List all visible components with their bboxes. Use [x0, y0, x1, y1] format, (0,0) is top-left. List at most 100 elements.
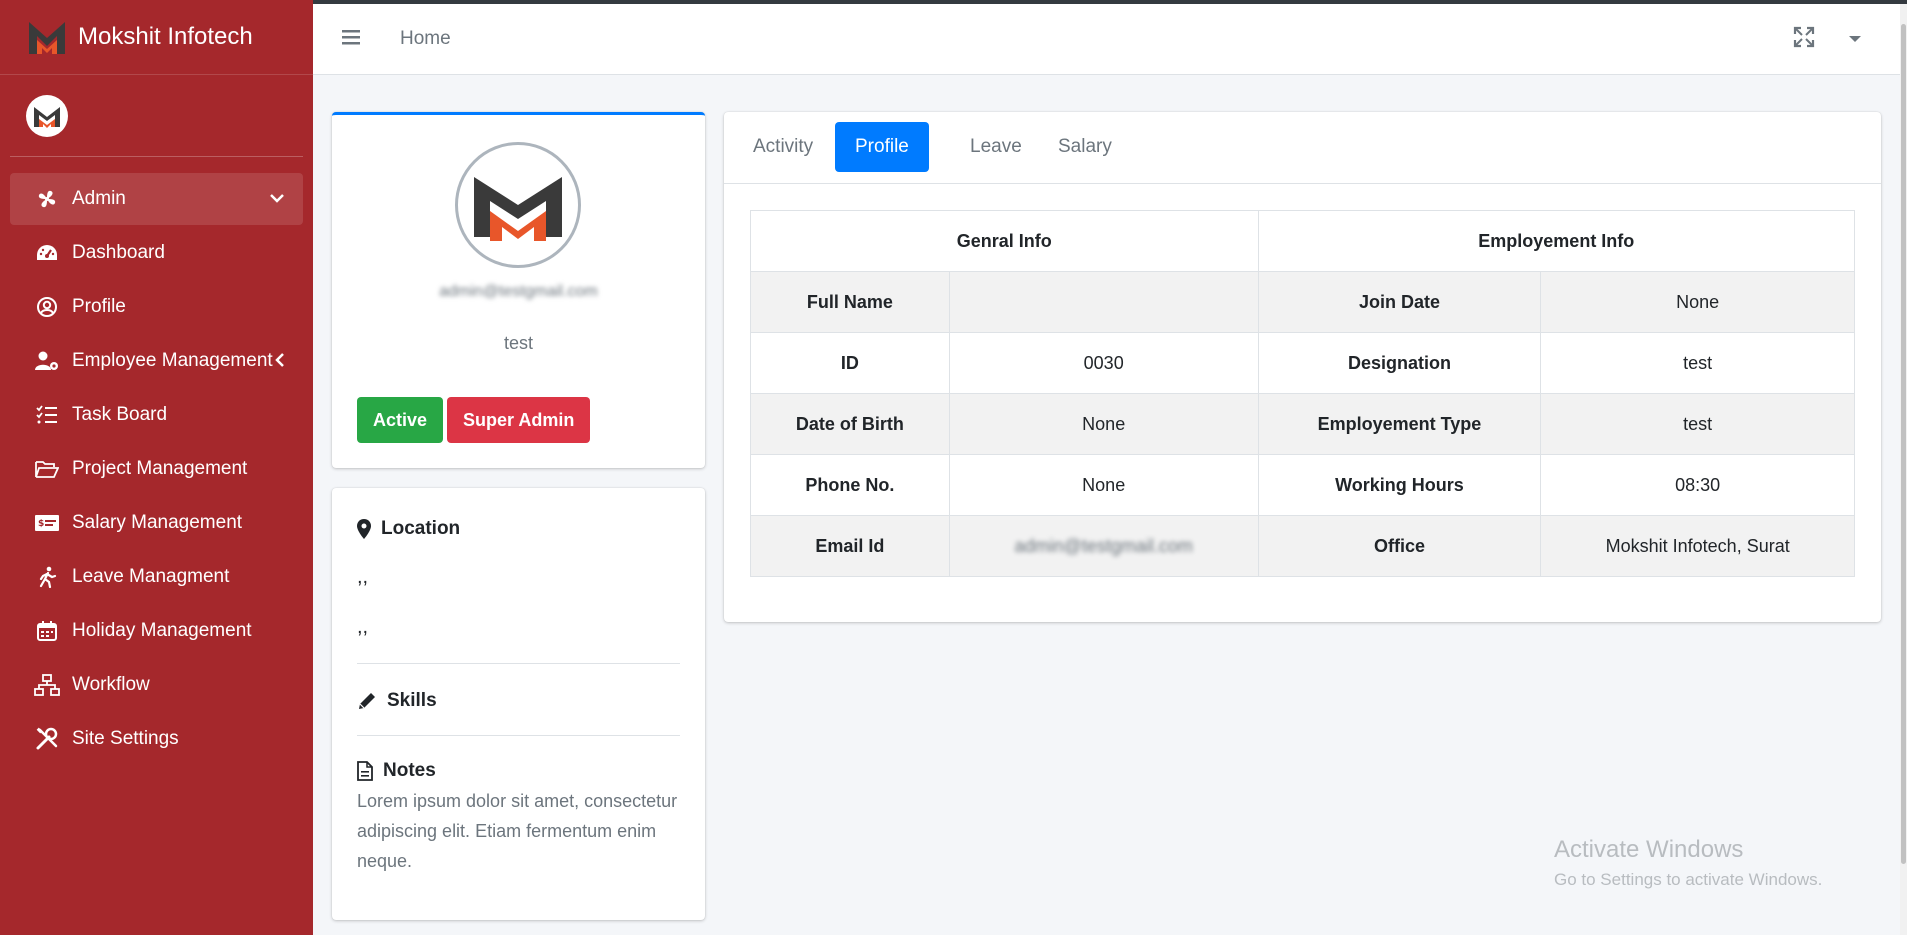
- skills-heading: Skills: [357, 690, 437, 712]
- cell-value: None: [1540, 271, 1855, 333]
- sidebar-item-site-settings[interactable]: Site Settings: [10, 713, 303, 765]
- fan-icon: [34, 186, 60, 212]
- location-line: ,,: [357, 566, 369, 588]
- sidebar-item-dashboard[interactable]: Dashboard: [10, 227, 303, 279]
- file-text-icon: [357, 761, 373, 781]
- table-row: Date of Birth None Employement Type test: [750, 393, 1855, 455]
- cell-label: Email Id: [750, 515, 950, 577]
- sidebar-item-workflow[interactable]: Workflow: [10, 659, 303, 711]
- watermark-title: Activate Windows: [1554, 836, 1744, 863]
- location-title: Location: [381, 518, 461, 539]
- sidebar-item-holiday-management[interactable]: Holiday Management: [10, 605, 303, 657]
- cell-label: Date of Birth: [750, 393, 950, 455]
- location-line: ,,: [357, 616, 369, 638]
- details-card: Activity Profile Leave Salary Genral Inf…: [724, 112, 1881, 622]
- profile-name: test: [503, 333, 533, 353]
- sidebar-item-leave-managment[interactable]: Leave Managment: [10, 551, 303, 603]
- gauge-icon: [34, 240, 60, 266]
- sidebar: Mokshit Infotech Admin Dashboard Profile…: [0, 0, 313, 935]
- cell-value: 0030: [948, 332, 1259, 394]
- table-header-row: Genral Info Employement Info: [750, 210, 1856, 272]
- cell-value: test: [1540, 332, 1855, 394]
- skills-title: Skills: [387, 690, 437, 711]
- divider: [357, 735, 680, 736]
- tab-activity[interactable]: Activity: [733, 122, 833, 172]
- home-link[interactable]: Home: [400, 28, 451, 50]
- brand-logo-icon: [29, 22, 65, 54]
- sidebar-item-label: Project Management: [72, 458, 248, 479]
- sidebar-item-task-board[interactable]: Task Board: [10, 389, 303, 441]
- sidebar-item-employee-management[interactable]: Employee Management: [10, 335, 303, 387]
- svg-text:$: $: [38, 519, 44, 529]
- avatar[interactable]: [26, 94, 68, 137]
- sitemap-icon: [34, 672, 60, 698]
- cell-value: 08:30: [1540, 454, 1855, 516]
- tools-icon: [34, 726, 60, 752]
- table-row: Email Id admin@testgmail.com Office Moks…: [750, 515, 1855, 577]
- top-navbar: Home: [313, 4, 1907, 75]
- cell-label: Office: [1257, 515, 1542, 577]
- sidebar-item-project-management[interactable]: Project Management: [10, 443, 303, 495]
- cell-label: Employement Type: [1257, 393, 1542, 455]
- cell-label: Join Date: [1257, 271, 1542, 333]
- sidebar-item-label: Workflow: [72, 674, 150, 695]
- calendar-icon: [34, 618, 60, 644]
- sidebar-item-label: Employee Management: [72, 350, 273, 371]
- sidebar-item-label: Profile: [72, 296, 126, 317]
- user-circle-icon: [34, 294, 60, 320]
- cell-value: admin@testgmail.com: [948, 515, 1259, 577]
- notes-heading: Notes: [357, 760, 436, 782]
- sidebar-item-profile[interactable]: Profile: [10, 281, 303, 333]
- tab-profile[interactable]: Profile: [835, 122, 929, 172]
- user-panel[interactable]: [10, 75, 303, 157]
- divider: [357, 663, 680, 664]
- sidebar-item-label: Holiday Management: [72, 620, 252, 641]
- hamburger-menu-icon[interactable]: [341, 28, 361, 46]
- brand-link[interactable]: Mokshit Infotech: [0, 0, 313, 75]
- sidebar-item-admin[interactable]: Admin: [10, 173, 303, 225]
- sidebar-item-salary-management[interactable]: $ Salary Management: [10, 497, 303, 549]
- profile-info-table: Genral Info Employement Info Full Name J…: [750, 210, 1856, 577]
- sidebar-item-label: Task Board: [72, 404, 168, 425]
- money-bill-icon: $: [34, 510, 60, 536]
- chevron-down-icon: [270, 194, 284, 203]
- folder-open-icon: [34, 456, 60, 482]
- employment-info-header: Employement Info: [1257, 210, 1856, 272]
- profile-email: admin@testgmail.com: [439, 283, 598, 300]
- company-logo-icon: [474, 177, 562, 241]
- notes-title: Notes: [383, 760, 436, 781]
- cell-value: [948, 271, 1259, 333]
- avatar-logo-icon: [34, 106, 60, 128]
- cell-label: Working Hours: [1257, 454, 1542, 516]
- table-row: Full Name Join Date None: [750, 271, 1855, 333]
- profile-card: admin@testgmail.com test Active Super Ad…: [332, 112, 705, 468]
- watermark-subtitle: Go to Settings to activate Windows.: [1554, 870, 1823, 889]
- profile-avatar: [455, 142, 581, 268]
- sidebar-nav: Admin Dashboard Profile Employee Managem…: [0, 157, 313, 765]
- general-info-header: Genral Info: [750, 210, 1259, 272]
- sidebar-item-label: Site Settings: [72, 728, 179, 749]
- tab-leave[interactable]: Leave: [950, 122, 1042, 172]
- tab-bar: Activity Profile Leave Salary: [724, 112, 1881, 184]
- cell-value: None: [948, 393, 1259, 455]
- windows-activation-watermark: Activate Windows Go to Settings to activ…: [1554, 836, 1822, 890]
- caret-down-icon[interactable]: [1848, 34, 1862, 44]
- notes-text: Lorem ipsum dolor sit amet, consectetur …: [357, 791, 678, 871]
- role-badge: Super Admin: [447, 397, 591, 443]
- cell-label: Designation: [1257, 332, 1542, 394]
- tab-salary[interactable]: Salary: [1038, 122, 1132, 172]
- sidebar-item-label: Admin: [72, 188, 126, 209]
- cell-value: test: [1540, 393, 1855, 455]
- chevron-left-icon: [275, 353, 284, 367]
- sidebar-item-label: Leave Managment: [72, 566, 230, 587]
- pencil-icon: [359, 693, 375, 709]
- table-row: ID 0030 Designation test: [750, 332, 1855, 394]
- tasks-icon: [34, 402, 60, 428]
- cell-label: Full Name: [750, 271, 950, 333]
- cell-value: None: [948, 454, 1259, 516]
- fullscreen-expand-icon[interactable]: [1793, 26, 1815, 48]
- scrollbar-thumb[interactable]: [1901, 24, 1906, 864]
- page-scrollbar[interactable]: [1900, 4, 1907, 935]
- about-card: Location ,, ,, Skills Notes Lorem ipsum …: [332, 488, 705, 920]
- map-marker-icon: [357, 519, 371, 539]
